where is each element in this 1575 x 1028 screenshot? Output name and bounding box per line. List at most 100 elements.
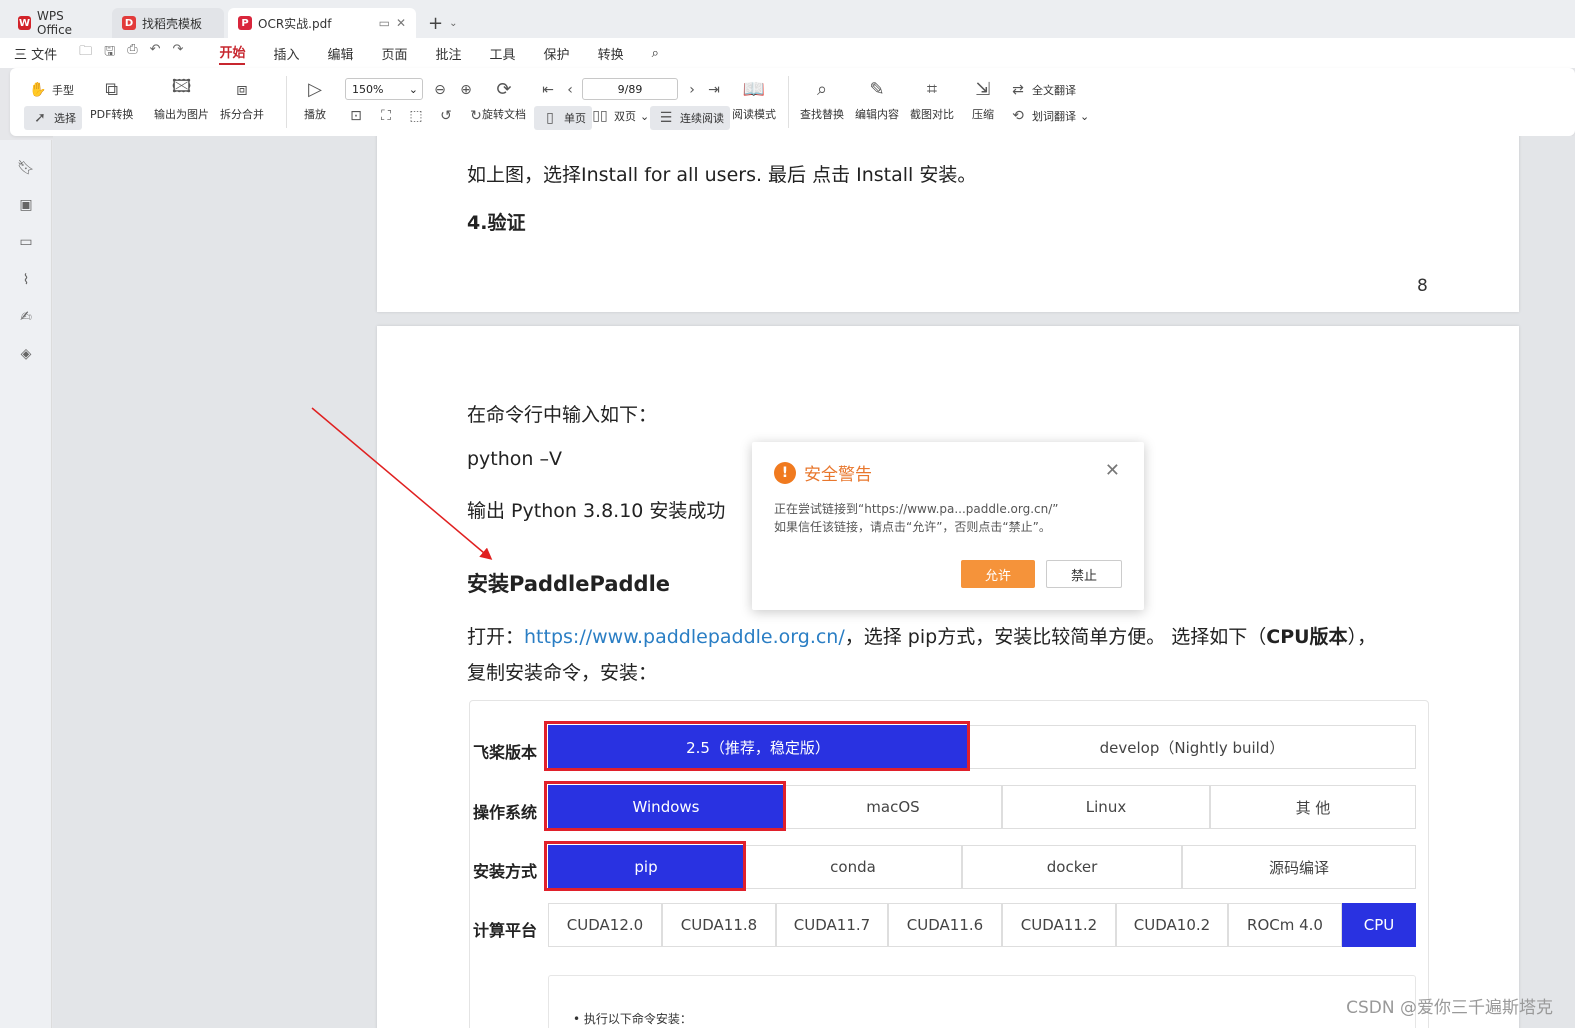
option-rocm4-0[interactable]: ROCm 4.0 [1228, 903, 1342, 947]
close-icon[interactable]: ✕ [396, 16, 406, 30]
rotate-left-icon[interactable]: ↺ [436, 106, 456, 126]
option-os-other[interactable]: 其 他 [1210, 785, 1416, 829]
screenshot-compare-button[interactable]: ⌗ 截图对比 [910, 76, 954, 122]
bookmark-icon[interactable]: 🔖︎ [16, 158, 36, 178]
menu-home[interactable]: 开始 [219, 42, 246, 65]
option-install-pip[interactable]: pip [548, 845, 744, 889]
actual-size-icon[interactable]: ⊡ [346, 106, 366, 126]
option-cpu[interactable]: CPU [1342, 903, 1416, 947]
layers-icon[interactable]: ◈ [16, 344, 36, 364]
open-icon[interactable]: 🗀 [79, 42, 92, 64]
pdf-convert-button[interactable]: ⧉ PDF转换 [90, 76, 133, 122]
label: 阅读模式 [732, 108, 776, 121]
export-image-button[interactable]: 🖾 输出为图片 [154, 76, 209, 122]
option-cuda11-7[interactable]: CUDA11.7 [776, 903, 888, 947]
paddle-link[interactable]: https://www.paddlepaddle.org.cn/ [524, 626, 845, 648]
pdf-logo-icon: P [238, 16, 252, 30]
label: 单页 [564, 112, 586, 125]
page9-line4: 打开：https://www.paddlepaddle.org.cn/，选择 p… [467, 622, 1376, 649]
menu-insert[interactable]: 插入 [273, 44, 299, 63]
menu-file[interactable]: 三 文件 [14, 44, 57, 63]
text-bold: CPU版本 [1266, 626, 1348, 648]
zoom-in-button[interactable]: ⊕ [456, 80, 476, 100]
deny-button[interactable]: 禁止 [1046, 560, 1122, 588]
split-merge-button[interactable]: ⧈ 拆分合并 [220, 76, 264, 122]
chevron-down-icon[interactable]: ⌄ [449, 18, 457, 29]
option-version-develop[interactable]: develop（Nightly build） [968, 725, 1416, 769]
undo-icon[interactable]: ↶ [150, 42, 161, 64]
zoom-in-icon: ⊕ [460, 82, 472, 98]
page8-heading: 4.验证 [467, 212, 526, 234]
thumbnail-icon[interactable]: ▣ [16, 195, 36, 215]
chevron-left-icon: ‹ [567, 82, 573, 98]
option-cuda12-0[interactable]: CUDA12.0 [548, 903, 662, 947]
option-cuda11-8[interactable]: CUDA11.8 [662, 903, 776, 947]
menu-edit[interactable]: 编辑 [327, 44, 353, 63]
translate-icon: ⇄ [1012, 82, 1024, 98]
compress-button[interactable]: ⇲ 压缩 [970, 76, 996, 122]
last-page-button[interactable]: ⇥ [704, 80, 724, 100]
chevron-down-icon: ⌄ [1080, 109, 1090, 123]
label: 全文翻译 [1032, 84, 1076, 97]
allow-button[interactable]: 允许 [961, 560, 1035, 588]
play-icon: ▷ [308, 78, 322, 100]
attachment-icon[interactable]: ⌇ [16, 270, 36, 290]
menu-annotate[interactable]: 批注 [436, 44, 462, 63]
redo-icon[interactable]: ↷ [173, 42, 184, 64]
continuous-read-button[interactable]: ☰ 连续阅读 [650, 106, 730, 130]
option-version-2-5[interactable]: 2.5（推荐，稳定版） [548, 725, 968, 769]
tab-template[interactable]: D 找稻壳模板 [112, 8, 224, 38]
signature-icon[interactable]: ✍ [16, 307, 36, 327]
tab-ocr-pdf[interactable]: P OCR实战.pdf ▭ ✕ [228, 8, 416, 38]
option-cuda10-2[interactable]: CUDA10.2 [1116, 903, 1228, 947]
next-page-button[interactable]: › [682, 80, 702, 100]
single-page-icon: ▯ [546, 110, 554, 126]
menu-convert[interactable]: 转换 [598, 44, 624, 63]
option-os-windows[interactable]: Windows [548, 785, 784, 829]
zoom-select[interactable]: 150% ⌄ [345, 78, 423, 100]
single-page-button[interactable]: ▯ 单页 [534, 106, 592, 130]
close-icon[interactable]: ✕ [1105, 460, 1120, 481]
edit-content-button[interactable]: ✎ 编辑内容 [855, 76, 899, 122]
label: 截图对比 [910, 108, 954, 121]
fit-page-icon[interactable]: ⛶ [376, 106, 396, 126]
page-number-input[interactable]: 9/89 [582, 78, 678, 100]
word-translate-button[interactable]: ⟲ 划词翻译 ⌄ [1008, 106, 1089, 126]
search-icon[interactable]: ⌕ [652, 46, 659, 61]
dialog-message-line1: 正在尝试链接到“https://www.pa...paddle.org.cn/” [774, 502, 1059, 516]
book-icon: 📖 [742, 78, 766, 100]
option-install-conda[interactable]: conda [744, 845, 962, 889]
option-install-source[interactable]: 源码编译 [1182, 845, 1416, 889]
option-os-linux[interactable]: Linux [1002, 785, 1210, 829]
pdf-page-9: 在命令行中输入如下： python –V 输出 Python 3.8.10 安装… [377, 326, 1519, 1028]
select-tool-button[interactable]: ➚ 选择 [24, 106, 82, 130]
prev-page-button[interactable]: ‹ [560, 80, 580, 100]
print-icon[interactable]: ⎙ [127, 42, 137, 64]
find-replace-button[interactable]: ⌕ 查找替换 [800, 76, 844, 122]
command-box: • 执行以下命令安装： [548, 975, 1416, 1028]
option-cuda11-6[interactable]: CUDA11.6 [888, 903, 1002, 947]
read-mode-button[interactable]: 📖 阅读模式 [732, 76, 776, 122]
new-tab-button[interactable]: + ⌄ [420, 8, 465, 38]
comment-icon[interactable]: ▭ [16, 232, 36, 252]
menu-page[interactable]: 页面 [382, 44, 408, 63]
full-translate-button[interactable]: ⇄ 全文翻译 [1008, 80, 1076, 100]
option-install-docker[interactable]: docker [962, 845, 1182, 889]
label: 播放 [304, 108, 326, 121]
fit-width-icon[interactable]: ⬚ [406, 106, 426, 126]
menu-tools[interactable]: 工具 [490, 44, 516, 63]
tab-wps-office[interactable]: W WPS Office [8, 8, 108, 38]
zoom-out-button[interactable]: ⊖ [430, 80, 450, 100]
option-os-macos[interactable]: macOS [784, 785, 1002, 829]
save-icon[interactable]: 🖫 [104, 42, 115, 64]
option-cuda11-2[interactable]: CUDA11.2 [1002, 903, 1116, 947]
rotate-document-button[interactable]: ⟳ 旋转文档 [482, 76, 526, 122]
first-page-button[interactable]: ⇤ [538, 80, 558, 100]
text: ，选择 pip方式，安装比较简单方便。 选择如下（ [844, 626, 1267, 648]
hand-tool-button[interactable]: ✋ 手型 [28, 80, 74, 100]
row-label-os: 操作系统 [473, 803, 538, 822]
menu-protect[interactable]: 保护 [544, 44, 570, 63]
double-page-button[interactable]: ▯▯ 双页 ⌄ [590, 106, 649, 126]
monitor-icon[interactable]: ▭ [379, 16, 390, 30]
play-button[interactable]: ▷ 播放 [302, 76, 328, 122]
